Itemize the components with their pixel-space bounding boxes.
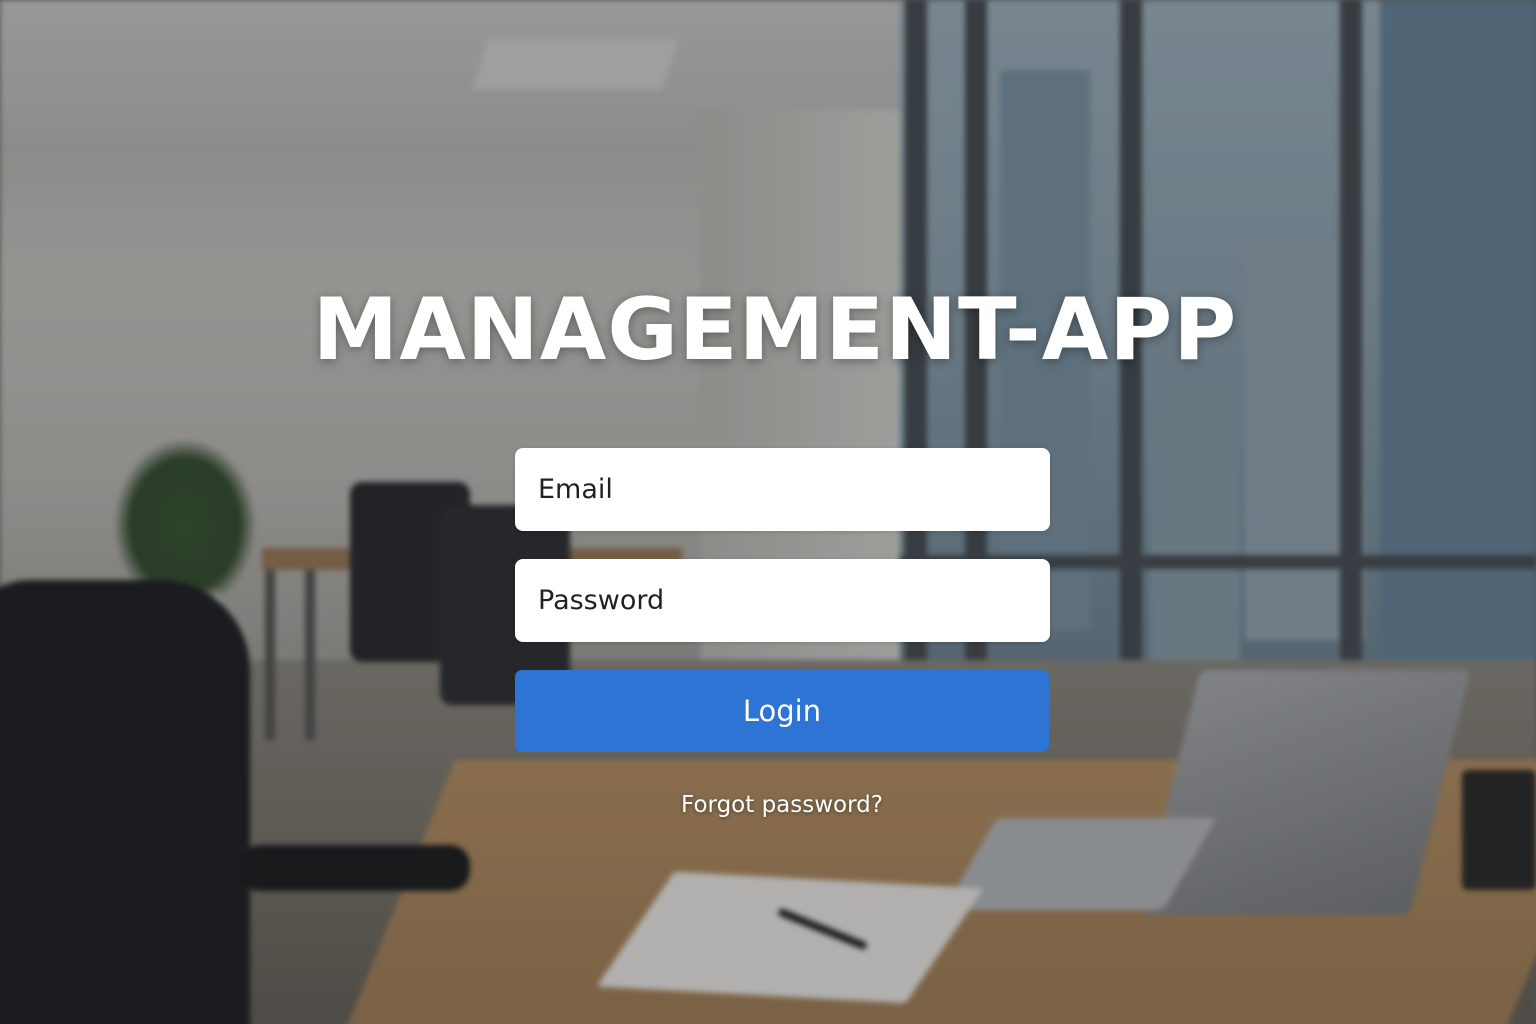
password-field[interactable] (515, 559, 1050, 642)
login-screen: MANAGEMENT-APP Login Forgot password? (0, 0, 1536, 1024)
login-button[interactable]: Login (515, 670, 1049, 752)
forgot-password-link[interactable]: Forgot password? (515, 792, 1049, 818)
email-field[interactable] (515, 448, 1050, 531)
app-title: MANAGEMENT-APP (312, 280, 1238, 380)
